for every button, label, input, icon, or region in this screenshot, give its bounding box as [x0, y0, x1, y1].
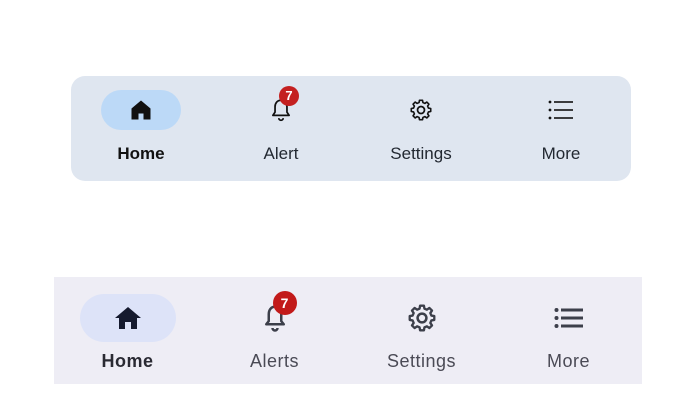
nav-b-item-more[interactable]: More	[495, 277, 642, 384]
nav-a-label-alert: Alert	[263, 144, 299, 163]
home-icon	[113, 304, 143, 332]
nav-b-label-alerts: Alerts	[249, 351, 299, 371]
nav-a-item-home[interactable]: Home	[71, 76, 211, 181]
nav-b-label-more: More	[546, 351, 590, 371]
nav-b-item-home[interactable]: Home	[54, 277, 201, 384]
nav-a-label-home: Home	[117, 144, 165, 163]
gear-icon	[406, 302, 438, 334]
gear-icon	[408, 97, 434, 123]
nav-b-label-home: Home	[101, 351, 154, 371]
bell-icon: 7	[268, 86, 299, 123]
bottom-navigation-bar-b: Home 7 Alerts Settings More	[54, 277, 642, 384]
nav-a-item-alert[interactable]: 7 Alert	[211, 76, 351, 181]
bell-icon: 7	[260, 291, 297, 333]
nav-a-label-settings: Settings	[390, 144, 452, 163]
nav-b-item-alerts[interactable]: 7 Alerts	[201, 277, 348, 384]
home-icon	[129, 98, 153, 122]
list-icon	[554, 307, 584, 329]
nav-b-label-settings: Settings	[386, 351, 457, 371]
active-indicator-pill	[101, 90, 181, 130]
list-icon	[547, 98, 575, 122]
notification-badge: 7	[279, 86, 299, 106]
nav-b-item-settings[interactable]: Settings	[348, 277, 495, 384]
active-indicator-pill	[79, 294, 176, 342]
nav-a-label-more: More	[541, 144, 581, 163]
nav-a-item-settings[interactable]: Settings	[351, 76, 491, 181]
nav-a-item-more[interactable]: More	[491, 76, 631, 181]
bottom-navigation-bar-a: Home 7 Alert Settings More	[71, 76, 631, 181]
notification-badge: 7	[272, 291, 297, 315]
